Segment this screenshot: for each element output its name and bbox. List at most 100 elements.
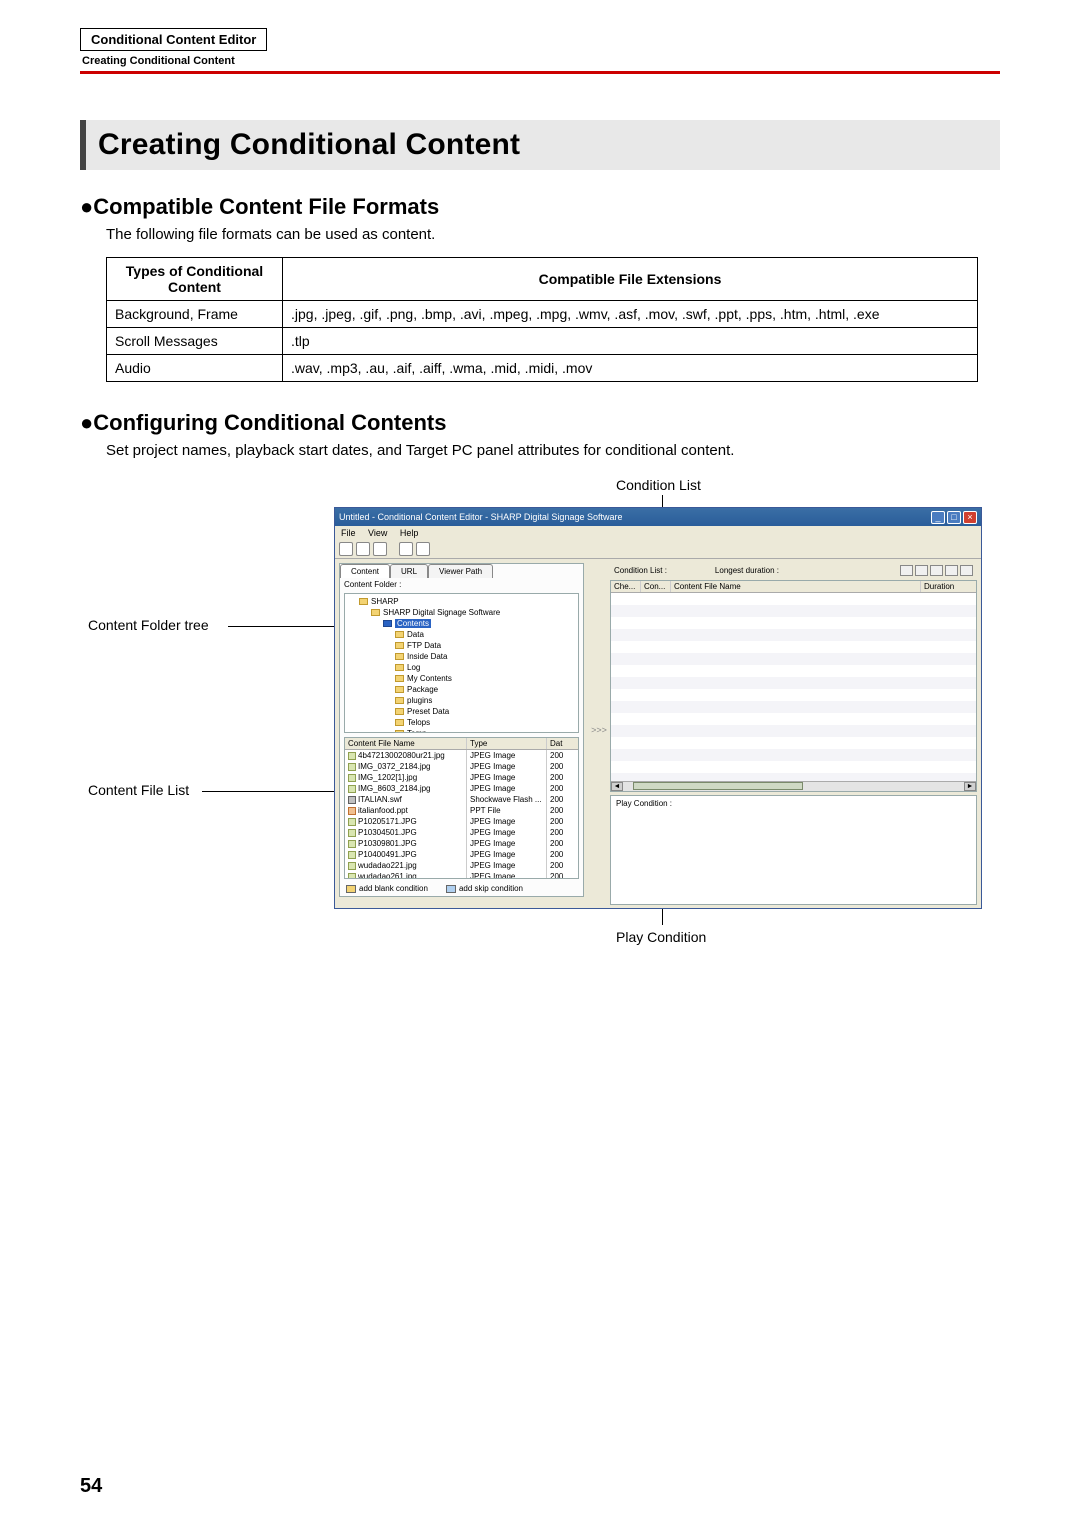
tree-node[interactable]: FTP Data	[349, 640, 574, 651]
col-date[interactable]: Dat	[547, 738, 570, 749]
figure-area: Condition List Content Folder tree Conte…	[106, 477, 1000, 947]
bottom-actions: add blank condition add skip condition	[340, 881, 583, 896]
tree-node[interactable]: Package	[349, 684, 574, 695]
callout-file-list: Content File List	[88, 782, 189, 798]
add-blank-condition-button[interactable]: add blank condition	[346, 884, 428, 893]
maximize-button[interactable]: □	[947, 511, 961, 524]
titlebar[interactable]: Untitled - Conditional Content Editor - …	[335, 508, 981, 526]
tree-node[interactable]: plugins	[349, 695, 574, 706]
menu-file[interactable]: File	[341, 528, 356, 538]
col-file-name[interactable]: Content File Name	[345, 738, 467, 749]
file-icon	[348, 763, 356, 771]
tab-url[interactable]: URL	[390, 564, 428, 578]
callout-condition-list: Condition List	[616, 477, 701, 493]
cell-type: Scroll Messages	[107, 328, 283, 355]
list-item[interactable]: IMG_8603_2184.jpgJPEG Image200	[345, 783, 578, 794]
tab-viewer-path[interactable]: Viewer Path	[428, 564, 493, 578]
callout-line	[662, 495, 663, 507]
tree-node[interactable]: Inside Data	[349, 651, 574, 662]
toolbar	[335, 540, 981, 559]
file-icon	[348, 807, 356, 815]
play-condition-panel: Play Condition :	[610, 795, 977, 905]
move-down-button[interactable]	[945, 565, 958, 576]
tree-node[interactable]: Log	[349, 662, 574, 673]
list-item[interactable]: wudadao261.jpgJPEG Image200	[345, 871, 578, 879]
list-item[interactable]: P10304501.JPGJPEG Image200	[345, 827, 578, 838]
menu-view[interactable]: View	[368, 528, 387, 538]
left-pane: Content URL Viewer Path Content Folder :…	[339, 563, 584, 897]
move-up-button[interactable]	[930, 565, 943, 576]
toolbar-icon[interactable]	[399, 542, 413, 556]
list-item[interactable]: wudadao221.jpgJPEG Image200	[345, 860, 578, 871]
col-check[interactable]: Che...	[611, 581, 641, 592]
condition-list-label: Condition List :	[614, 566, 667, 575]
tree-node[interactable]: Temp	[349, 728, 574, 733]
scroll-right-icon[interactable]: ►	[964, 782, 976, 791]
col-duration[interactable]: Duration	[921, 581, 976, 592]
tree-node[interactable]: Telops	[349, 717, 574, 728]
menubar: File View Help	[335, 526, 981, 540]
grid-body[interactable]	[611, 593, 976, 781]
file-icon	[348, 774, 356, 782]
file-list-header: Content File Name Type Dat	[345, 738, 578, 750]
minimize-button[interactable]: _	[931, 511, 945, 524]
col-cond[interactable]: Con...	[641, 581, 671, 592]
transfer-arrow-icon[interactable]: >>>	[588, 559, 610, 901]
compat-table: Types of Conditional Content Compatible …	[106, 257, 978, 382]
file-icon	[348, 862, 356, 870]
tree-node[interactable]: Preset Data	[349, 706, 574, 717]
toolbar-icon[interactable]	[339, 542, 353, 556]
list-item[interactable]: P10400491.JPGJPEG Image200	[345, 849, 578, 860]
callout-line	[662, 909, 663, 925]
file-icon	[348, 873, 356, 879]
scroll-left-icon[interactable]: ◄	[611, 782, 623, 791]
content-file-list[interactable]: Content File Name Type Dat 4b47213002080…	[344, 737, 579, 879]
tree-node[interactable]: Data	[349, 629, 574, 640]
condition-list-grid[interactable]: Che... Con... Content File Name Duration…	[610, 580, 977, 792]
section-intro-formats: The following file formats can be used a…	[106, 226, 1000, 243]
callout-line	[202, 791, 356, 792]
list-item[interactable]: P10309801.JPGJPEG Image200	[345, 838, 578, 849]
tree-node-selected[interactable]: Contents	[349, 618, 574, 629]
file-icon	[348, 785, 356, 793]
table-row: Scroll Messages .tlp	[107, 328, 978, 355]
list-item[interactable]: P10205171.JPGJPEG Image200	[345, 816, 578, 827]
horizontal-scrollbar[interactable]: ◄ ►	[611, 781, 976, 791]
grid-header: Che... Con... Content File Name Duration	[611, 581, 976, 593]
col-content-file-name[interactable]: Content File Name	[671, 581, 921, 592]
paste-button[interactable]	[915, 565, 928, 576]
file-icon	[348, 840, 356, 848]
list-item[interactable]: IMG_1202[1].jpgJPEG Image200	[345, 772, 578, 783]
scroll-thumb[interactable]	[633, 782, 803, 790]
tab-content[interactable]: Content	[340, 564, 390, 578]
file-icon	[348, 752, 356, 760]
list-item[interactable]: ITALIAN.swfShockwave Flash ...200	[345, 794, 578, 805]
th-types: Types of Conditional Content	[107, 258, 283, 301]
header-box: Conditional Content Editor	[80, 28, 267, 51]
tree-node[interactable]: My Contents	[349, 673, 574, 684]
cell-type: Background, Frame	[107, 301, 283, 328]
toolbar-icon[interactable]	[416, 542, 430, 556]
header-sub: Creating Conditional Content	[82, 55, 1000, 67]
folder-tree[interactable]: SHARP SHARP Digital Signage Software Con…	[344, 593, 579, 733]
th-ext: Compatible File Extensions	[283, 258, 978, 301]
play-condition-label: Play Condition :	[616, 799, 672, 808]
main-heading-wrap: Creating Conditional Content	[80, 120, 1000, 170]
cell-ext: .wav, .mp3, .au, .aif, .aiff, .wma, .mid…	[283, 355, 978, 382]
toolbar-icon[interactable]	[356, 542, 370, 556]
delete-button[interactable]	[960, 565, 973, 576]
list-item[interactable]: 4b47213002080ur21.jpgJPEG Image200	[345, 750, 578, 761]
list-item[interactable]: IMG_0372_2184.jpgJPEG Image200	[345, 761, 578, 772]
add-skip-condition-button[interactable]: add skip condition	[446, 884, 523, 893]
window-controls: _ □ ×	[931, 511, 977, 524]
close-button[interactable]: ×	[963, 511, 977, 524]
app-window: Untitled - Conditional Content Editor - …	[334, 507, 982, 909]
col-type[interactable]: Type	[467, 738, 547, 749]
content-folder-label: Content Folder :	[340, 578, 583, 591]
window-title: Untitled - Conditional Content Editor - …	[339, 512, 622, 522]
list-item[interactable]: italianfood.pptPPT File200	[345, 805, 578, 816]
toolbar-icon[interactable]	[373, 542, 387, 556]
menu-help[interactable]: Help	[400, 528, 419, 538]
right-top-bar: Condition List : Longest duration :	[610, 563, 977, 578]
copy-button[interactable]	[900, 565, 913, 576]
